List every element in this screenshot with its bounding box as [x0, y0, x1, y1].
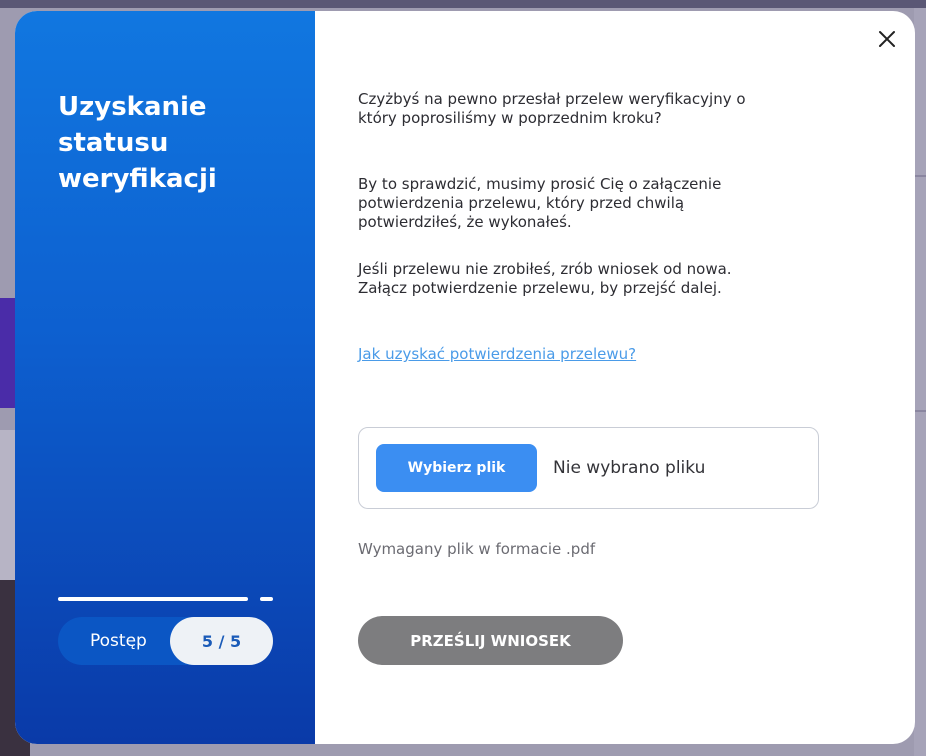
sidebar-title: Uzyskanie statusu weryfikacji — [58, 92, 217, 194]
file-status-text: Nie wybrano pliku — [553, 458, 706, 478]
close-button[interactable] — [877, 29, 897, 49]
info-paragraph: Czyżbyś na pewno przesłał przelew weryfi… — [358, 90, 746, 127]
info-paragraph: By to sprawdzić, musimy prosić Cię o zał… — [358, 175, 722, 231]
background-right-column — [914, 8, 926, 756]
submit-button[interactable]: PRZEŚLIJ WNIOSEK — [358, 616, 623, 665]
help-link[interactable]: Jak uzyskać potwierdzenia przelewu? — [358, 345, 636, 363]
modal-sidebar: Uzyskanie statusu weryfikacji Postęp 5 /… — [15, 11, 315, 744]
progress-step-count: 5 / 5 — [170, 617, 273, 665]
background-header — [0, 0, 926, 8]
modal-content: Czyżbyś na pewno przesłał przelew weryfi… — [315, 11, 915, 744]
verification-modal: Uzyskanie statusu weryfikacji Postęp 5 /… — [15, 11, 915, 744]
progress-bar-fill — [58, 597, 248, 601]
file-format-hint: Wymagany plik w formacie .pdf — [358, 540, 596, 558]
choose-file-button[interactable]: Wybierz plik — [376, 444, 537, 492]
background-divider — [914, 410, 926, 412]
progress-bar — [58, 597, 273, 601]
progress-indicator: Postęp 5 / 5 — [58, 617, 273, 665]
background-divider — [914, 175, 926, 177]
info-paragraph: Jeśli przelewu nie zrobiłeś, zrób wniose… — [358, 260, 732, 297]
progress-label: Postęp — [90, 631, 147, 651]
close-icon — [879, 31, 895, 47]
file-upload-field: Wybierz plik Nie wybrano pliku — [358, 427, 819, 509]
progress-bar-end — [260, 597, 273, 601]
